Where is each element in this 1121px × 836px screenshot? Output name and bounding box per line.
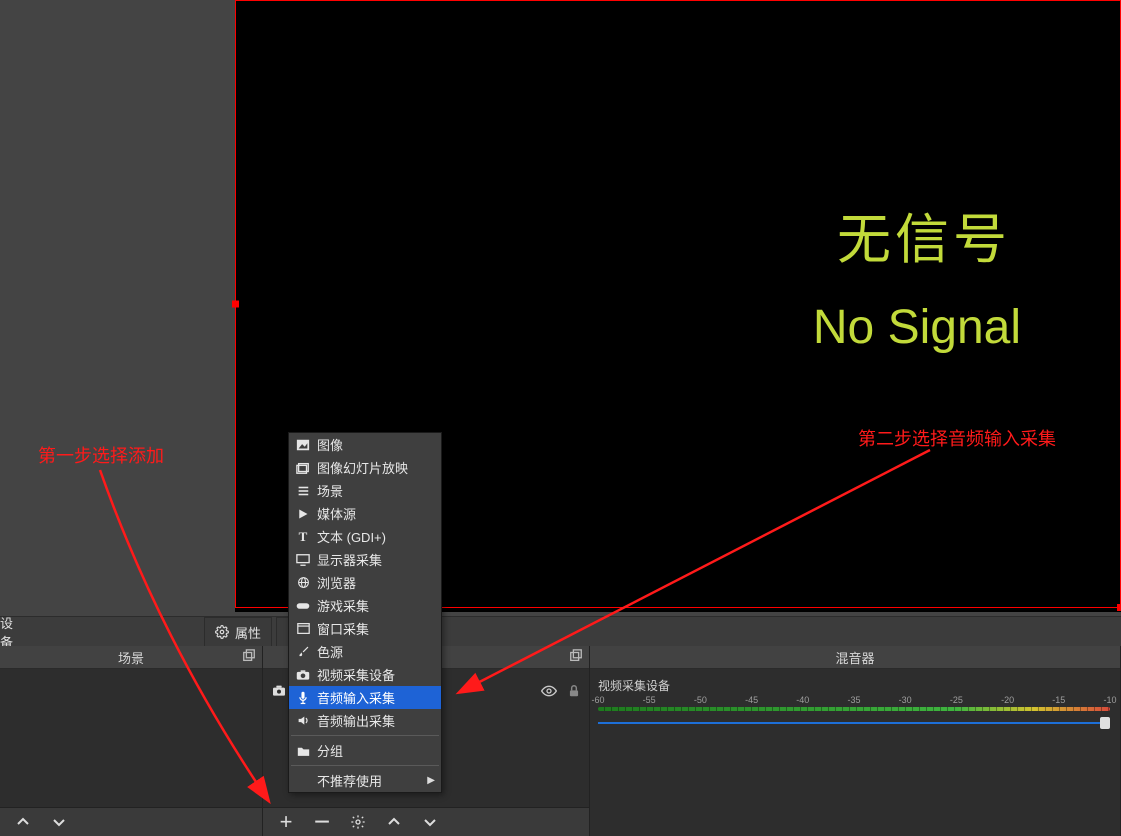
volume-meter: -60 -55 -50 -45 -40 -35 -30 -25 -20 -15 … [598,695,1110,713]
brush-icon [295,644,311,660]
mixer-header[interactable]: 混音器 [590,646,1120,669]
handle-bottom-right[interactable] [1117,604,1121,611]
tick: -25 [950,695,963,705]
tick: -10 [1103,695,1116,705]
menu-scene[interactable]: 场景 [289,479,441,502]
scenes-body[interactable] [0,669,262,807]
speaker-icon [295,713,311,729]
lock-icon[interactable] [567,683,581,699]
menu-label: 音频输入采集 [317,688,395,707]
menu-label: 视频采集设备 [317,665,395,684]
menu-color-source[interactable]: 色源 [289,640,441,663]
dock-popout-icon[interactable] [242,649,256,663]
remove-source-button[interactable]: − [311,811,333,833]
menu-browser[interactable]: 浏览器 [289,571,441,594]
mixer-channel-label: 视频采集设备 [598,677,670,694]
source-toolbar: 设备 属性 滤 [0,616,1121,648]
globe-icon [295,575,311,591]
meter-ticks: -60 -55 -50 -45 -40 -35 -30 -25 -20 -15 … [598,695,1110,707]
no-signal-en: No Signal [813,300,1021,355]
tick: -40 [796,695,809,705]
source-settings-button[interactable] [347,811,369,833]
scene-move-up-button[interactable] [12,811,34,833]
list-icon [295,483,311,499]
menu-audio-output-capture[interactable]: 音频输出采集 [289,709,441,732]
gamepad-icon [295,598,311,614]
camera-icon [295,667,311,683]
eye-icon[interactable] [541,683,557,699]
gear-icon [215,625,229,639]
chevron-right-icon: ▶ [427,775,435,786]
tick: -55 [643,695,656,705]
mixer-body: 视频采集设备 -60 -55 -50 -45 -40 -35 -30 -25 -… [590,669,1120,836]
menu-media-source[interactable]: 媒体源 [289,502,441,525]
menu-slideshow[interactable]: 图像幻灯片放映 [289,456,441,479]
menu-deprecated[interactable]: 不推荐使用 ▶ [289,769,441,792]
no-signal-cn: 无信号 [837,195,1011,274]
mixer-title: 混音器 [835,648,874,667]
handle-left[interactable] [232,301,239,308]
bottom-docks: 场景 来源 [0,646,1121,836]
menu-separator [291,765,439,766]
slider-thumb[interactable] [1100,717,1110,729]
menu-separator [291,735,439,736]
menu-label: 场景 [317,481,343,500]
source-move-down-button[interactable] [419,811,441,833]
window-icon [295,621,311,637]
menu-label: 显示器采集 [317,550,382,569]
menu-text-gdi[interactable]: T 文本 (GDI+) [289,525,441,548]
monitor-icon [295,552,311,568]
tick: -35 [847,695,860,705]
annotation-step2: 第二步选择音频输入采集 [858,425,1056,451]
play-icon [295,506,311,522]
add-source-context-menu: 图像 图像幻灯片放映 场景 媒体源 T 文本 (GDI+) 显示器采集 浏览器 [288,432,442,793]
menu-audio-input-capture[interactable]: 音频输入采集 [289,686,441,709]
menu-label: 色源 [317,642,343,661]
scenes-title: 场景 [118,648,144,667]
menu-label: 不推荐使用 [317,771,382,790]
image-icon [295,437,311,453]
folder-icon [295,743,311,759]
tick: -15 [1052,695,1065,705]
properties-label: 属性 [235,623,261,642]
menu-image[interactable]: 图像 [289,433,441,456]
camera-icon [271,683,287,699]
add-source-button[interactable]: + [275,811,297,833]
tick: -30 [899,695,912,705]
menu-label: 媒体源 [317,504,356,523]
scenes-panel: 场景 [0,646,263,836]
source-move-up-button[interactable] [383,811,405,833]
tick: -45 [745,695,758,705]
menu-group[interactable]: 分组 [289,739,441,762]
mixer-panel: 混音器 视频采集设备 -60 -55 -50 -45 -40 -35 -30 -… [590,646,1121,836]
menu-window-capture[interactable]: 窗口采集 [289,617,441,640]
menu-game-capture[interactable]: 游戏采集 [289,594,441,617]
menu-label: 音频输出采集 [317,711,395,730]
device-label-partial: 设备 [0,617,22,647]
properties-button[interactable]: 属性 [204,617,272,647]
sources-toolbar: + − [263,807,589,836]
menu-label: 游戏采集 [317,596,369,615]
obs-window: 无信号 No Signal 设备 属性 滤 [0,0,1121,836]
slideshow-icon [295,460,311,476]
menu-label: 窗口采集 [317,619,369,638]
menu-label: 分组 [317,741,343,760]
menu-label: 浏览器 [317,573,356,592]
mic-icon [295,690,311,706]
menu-video-capture-device[interactable]: 视频采集设备 [289,663,441,686]
volume-slider[interactable] [598,717,1110,729]
menu-label: 图像 [317,435,343,454]
tick: -20 [1001,695,1014,705]
dock-popout-icon[interactable] [569,649,583,663]
menu-display-capture[interactable]: 显示器采集 [289,548,441,571]
tick: -50 [694,695,707,705]
menu-label: 文本 (GDI+) [317,527,386,546]
annotation-step1: 第一步选择添加 [38,442,164,468]
scenes-toolbar [0,807,262,836]
text-icon: T [295,529,311,545]
tick: -60 [591,695,604,705]
menu-label: 图像幻灯片放映 [317,458,408,477]
scene-move-down-button[interactable] [48,811,70,833]
scenes-header[interactable]: 场景 [0,646,262,669]
